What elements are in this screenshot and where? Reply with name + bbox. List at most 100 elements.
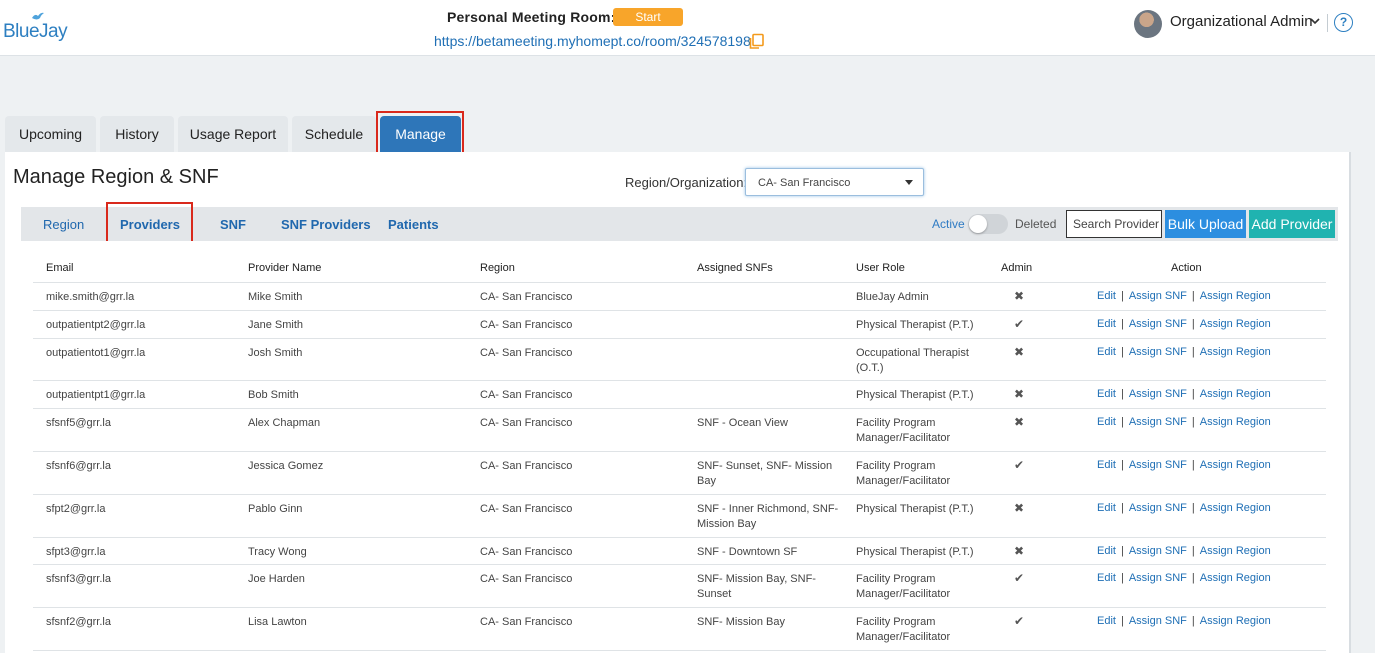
col-header-user-role: User Role bbox=[856, 262, 905, 274]
action-separator: | bbox=[1191, 615, 1195, 627]
caret-down-icon bbox=[905, 180, 913, 185]
assign-snf-link[interactable]: Assign SNF bbox=[1129, 318, 1187, 330]
row-actions: Edit | Assign SNF | Assign Region bbox=[1097, 416, 1271, 428]
cell-region: CA- San Francisco bbox=[480, 503, 573, 515]
edit-link[interactable]: Edit bbox=[1097, 615, 1116, 627]
cell-provider-name: Josh Smith bbox=[248, 347, 303, 359]
start-meeting-button[interactable]: Start bbox=[613, 8, 683, 26]
edit-link[interactable]: Edit bbox=[1097, 318, 1116, 330]
row-actions: Edit | Assign SNF | Assign Region bbox=[1097, 615, 1271, 627]
row-divider bbox=[33, 650, 1326, 651]
assign-region-link[interactable]: Assign Region bbox=[1200, 416, 1271, 428]
cell-email: outpatientot1@grr.la bbox=[46, 347, 146, 359]
action-separator: | bbox=[1120, 502, 1124, 514]
cell-assigned-snfs: SNF- Mission Bay bbox=[697, 616, 786, 628]
assign-region-link[interactable]: Assign Region bbox=[1200, 615, 1271, 627]
bluejay-logo[interactable]: BlueJay bbox=[3, 12, 73, 46]
cell-email: sfsnf2@grr.la bbox=[46, 616, 111, 628]
cross-icon: ✖ bbox=[1013, 501, 1025, 515]
assign-snf-link[interactable]: Assign SNF bbox=[1129, 346, 1187, 358]
user-avatar[interactable] bbox=[1134, 10, 1162, 38]
subtab-snf-providers[interactable]: SNF Providers bbox=[281, 217, 371, 232]
cross-icon: ✖ bbox=[1013, 289, 1025, 303]
col-header-provider-name: Provider Name bbox=[248, 262, 322, 274]
tab-schedule[interactable]: Schedule bbox=[292, 116, 376, 152]
search-provider-input[interactable] bbox=[1066, 210, 1162, 238]
row-divider bbox=[33, 607, 1326, 608]
assign-snf-link[interactable]: Assign SNF bbox=[1129, 290, 1187, 302]
assign-region-link[interactable]: Assign Region bbox=[1200, 572, 1271, 584]
header-divider bbox=[1327, 14, 1328, 32]
edit-link[interactable]: Edit bbox=[1097, 416, 1116, 428]
cell-region: CA- San Francisco bbox=[480, 389, 573, 401]
row-actions: Edit | Assign SNF | Assign Region bbox=[1097, 545, 1271, 557]
row-actions: Edit | Assign SNF | Assign Region bbox=[1097, 290, 1271, 302]
chevron-down-icon[interactable] bbox=[1310, 14, 1320, 28]
edit-link[interactable]: Edit bbox=[1097, 545, 1116, 557]
cell-provider-name: Lisa Lawton bbox=[248, 616, 307, 628]
cell-provider-name: Pablo Ginn bbox=[248, 503, 303, 515]
cell-region: CA- San Francisco bbox=[480, 573, 573, 585]
col-header-email: Email bbox=[46, 262, 74, 274]
row-divider bbox=[33, 338, 1326, 339]
bulk-upload-button[interactable]: Bulk Upload bbox=[1165, 210, 1246, 238]
copy-icon[interactable] bbox=[748, 33, 765, 50]
assign-region-link[interactable]: Assign Region bbox=[1200, 290, 1271, 302]
assign-region-link[interactable]: Assign Region bbox=[1200, 502, 1271, 514]
region-select-value: CA- San Francisco bbox=[758, 177, 851, 189]
assign-snf-link[interactable]: Assign SNF bbox=[1129, 416, 1187, 428]
cell-email: sfsnf6@grr.la bbox=[46, 460, 111, 472]
assign-region-link[interactable]: Assign Region bbox=[1200, 346, 1271, 358]
action-separator: | bbox=[1191, 346, 1195, 358]
help-icon[interactable]: ? bbox=[1334, 13, 1353, 32]
cell-email: mike.smith@grr.la bbox=[46, 291, 135, 303]
action-separator: | bbox=[1191, 290, 1195, 302]
row-divider bbox=[33, 408, 1326, 409]
edit-link[interactable]: Edit bbox=[1097, 502, 1116, 514]
cell-provider-name: Joe Harden bbox=[248, 573, 305, 585]
subtab-patients[interactable]: Patients bbox=[388, 217, 439, 232]
edit-link[interactable]: Edit bbox=[1097, 572, 1116, 584]
subtab-region[interactable]: Region bbox=[43, 217, 84, 232]
room-url-link[interactable]: https://betameeting.myhomept.co/room/324… bbox=[434, 33, 751, 49]
row-actions: Edit | Assign SNF | Assign Region bbox=[1097, 318, 1271, 330]
assign-snf-link[interactable]: Assign SNF bbox=[1129, 502, 1187, 514]
tab-usage-report[interactable]: Usage Report bbox=[178, 116, 288, 152]
edit-link[interactable]: Edit bbox=[1097, 459, 1116, 471]
row-actions: Edit | Assign SNF | Assign Region bbox=[1097, 459, 1271, 471]
assign-snf-link[interactable]: Assign SNF bbox=[1129, 545, 1187, 557]
edit-link[interactable]: Edit bbox=[1097, 388, 1116, 400]
cell-region: CA- San Francisco bbox=[480, 347, 573, 359]
user-menu-name[interactable]: Organizational Admin bbox=[1170, 13, 1313, 30]
app-header: BlueJay Personal Meeting Room: Start htt… bbox=[0, 0, 1375, 56]
cell-provider-name: Jane Smith bbox=[248, 319, 304, 331]
cell-provider-name: Jessica Gomez bbox=[248, 460, 324, 472]
cell-provider-name: Alex Chapman bbox=[248, 417, 321, 429]
manage-tab-highlight bbox=[376, 111, 464, 156]
assign-snf-link[interactable]: Assign SNF bbox=[1129, 388, 1187, 400]
assign-region-link[interactable]: Assign Region bbox=[1200, 318, 1271, 330]
cell-user-role: Physical Therapist (P.T.) bbox=[856, 503, 974, 515]
assign-snf-link[interactable]: Assign SNF bbox=[1129, 615, 1187, 627]
cell-assigned-snfs: SNF- Mission Bay, SNF- Sunset bbox=[697, 573, 816, 600]
assign-snf-link[interactable]: Assign SNF bbox=[1129, 572, 1187, 584]
region-organization-select[interactable]: CA- San Francisco bbox=[745, 168, 924, 196]
cell-email: outpatientpt1@grr.la bbox=[46, 389, 146, 401]
assign-region-link[interactable]: Assign Region bbox=[1200, 545, 1271, 557]
subtab-snf[interactable]: SNF bbox=[220, 217, 246, 232]
tab-upcoming[interactable]: Upcoming bbox=[5, 116, 96, 152]
col-header-region: Region bbox=[480, 262, 515, 274]
assign-region-link[interactable]: Assign Region bbox=[1200, 459, 1271, 471]
cell-assigned-snfs: SNF- Sunset, SNF- Mission Bay bbox=[697, 460, 833, 487]
cell-user-role: Facility Program Manager/Facilitator bbox=[856, 460, 951, 487]
add-provider-button[interactable]: Add Provider bbox=[1249, 210, 1335, 238]
tab-history[interactable]: History bbox=[100, 116, 174, 152]
col-header-admin: Admin bbox=[1001, 262, 1033, 274]
edit-link[interactable]: Edit bbox=[1097, 290, 1116, 302]
action-separator: | bbox=[1191, 388, 1195, 400]
logo-text: BlueJay bbox=[3, 21, 68, 42]
assign-region-link[interactable]: Assign Region bbox=[1200, 388, 1271, 400]
assign-snf-link[interactable]: Assign SNF bbox=[1129, 459, 1187, 471]
active-deleted-toggle[interactable] bbox=[968, 214, 1008, 234]
edit-link[interactable]: Edit bbox=[1097, 346, 1116, 358]
